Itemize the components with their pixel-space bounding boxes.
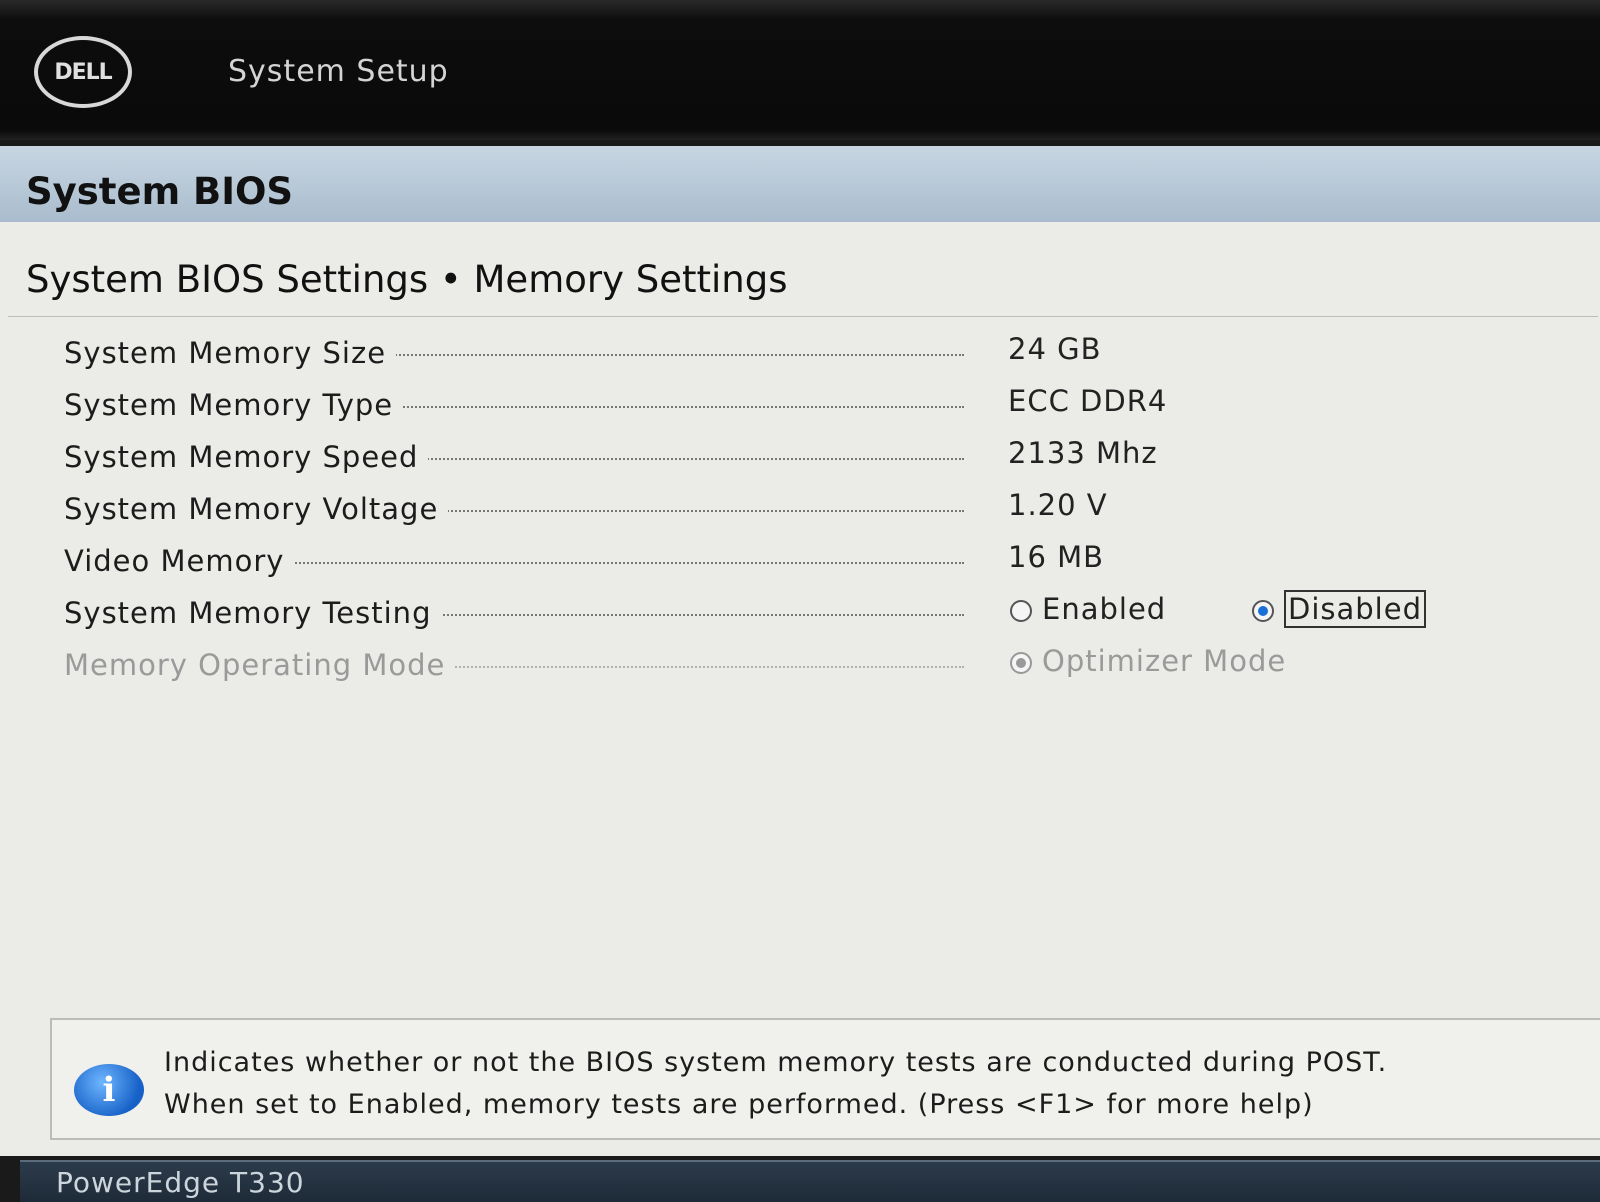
title-divider bbox=[8, 316, 1598, 317]
setting-row-memory-operating-mode: Memory Operating Mode Optimizer Mode bbox=[0, 640, 1600, 690]
setting-label: System Memory Type bbox=[64, 388, 404, 422]
setting-row-memory-speed: System Memory Speed 2133 Mhz bbox=[0, 432, 1600, 482]
option-label: Disabled bbox=[1284, 590, 1426, 628]
help-line: Indicates whether or not the BIOS system… bbox=[164, 1047, 1388, 1078]
setting-label: Memory Operating Mode bbox=[64, 648, 456, 682]
help-box: i Indicates whether or not the BIOS syst… bbox=[50, 1018, 1600, 1140]
setting-value: 1.20 V bbox=[1008, 488, 1108, 522]
setting-value: 16 MB bbox=[1008, 540, 1105, 574]
memory-testing-enabled-option[interactable]: Enabled bbox=[1010, 592, 1166, 626]
section-header: System BIOS bbox=[0, 146, 1600, 222]
setting-row-memory-testing: System Memory Testing Enabled Disabled bbox=[0, 588, 1600, 638]
dell-logo: DELL bbox=[34, 36, 132, 108]
help-text: Indicates whether or not the BIOS system… bbox=[164, 1042, 1387, 1126]
setting-label: System Memory Speed bbox=[64, 440, 429, 474]
setting-value: ECC DDR4 bbox=[1008, 384, 1168, 418]
setting-label: System Memory Testing bbox=[64, 596, 442, 630]
page-title: System BIOS Settings • Memory Settings bbox=[26, 258, 788, 301]
section-title: System BIOS bbox=[26, 170, 294, 213]
logo-text: DELL bbox=[54, 59, 112, 85]
footer-bar: PowerEdge T330 bbox=[20, 1160, 1600, 1202]
radio-selected-icon[interactable] bbox=[1252, 600, 1274, 622]
setting-row-memory-size: System Memory Size 24 GB bbox=[0, 328, 1600, 378]
info-icon: i bbox=[74, 1064, 144, 1116]
radio-unselected-icon[interactable] bbox=[1010, 600, 1032, 622]
setting-label: System Memory Voltage bbox=[64, 492, 449, 526]
option-label: Enabled bbox=[1042, 592, 1167, 626]
help-line: When set to Enabled, memory tests are pe… bbox=[164, 1089, 1314, 1120]
optimizer-mode-option: Optimizer Mode bbox=[1010, 644, 1286, 678]
setting-row-memory-type: System Memory Type ECC DDR4 bbox=[0, 380, 1600, 430]
setting-row-memory-voltage: System Memory Voltage 1.20 V bbox=[0, 484, 1600, 534]
app-title: System Setup bbox=[228, 54, 449, 89]
top-bar: DELL System Setup bbox=[0, 0, 1600, 140]
setting-label: Video Memory bbox=[64, 544, 295, 578]
option-label: Optimizer Mode bbox=[1042, 644, 1287, 678]
setting-value: 2133 Mhz bbox=[1008, 436, 1158, 470]
model-name: PowerEdge T330 bbox=[56, 1166, 305, 1199]
main-panel: System BIOS System BIOS Settings • Memor… bbox=[0, 146, 1600, 1156]
memory-testing-disabled-option[interactable]: Disabled bbox=[1252, 590, 1426, 628]
radio-selected-disabled-icon bbox=[1010, 652, 1032, 674]
setting-value: 24 GB bbox=[1008, 332, 1102, 366]
setting-row-video-memory: Video Memory 16 MB bbox=[0, 536, 1600, 586]
setting-label: System Memory Size bbox=[64, 336, 397, 370]
